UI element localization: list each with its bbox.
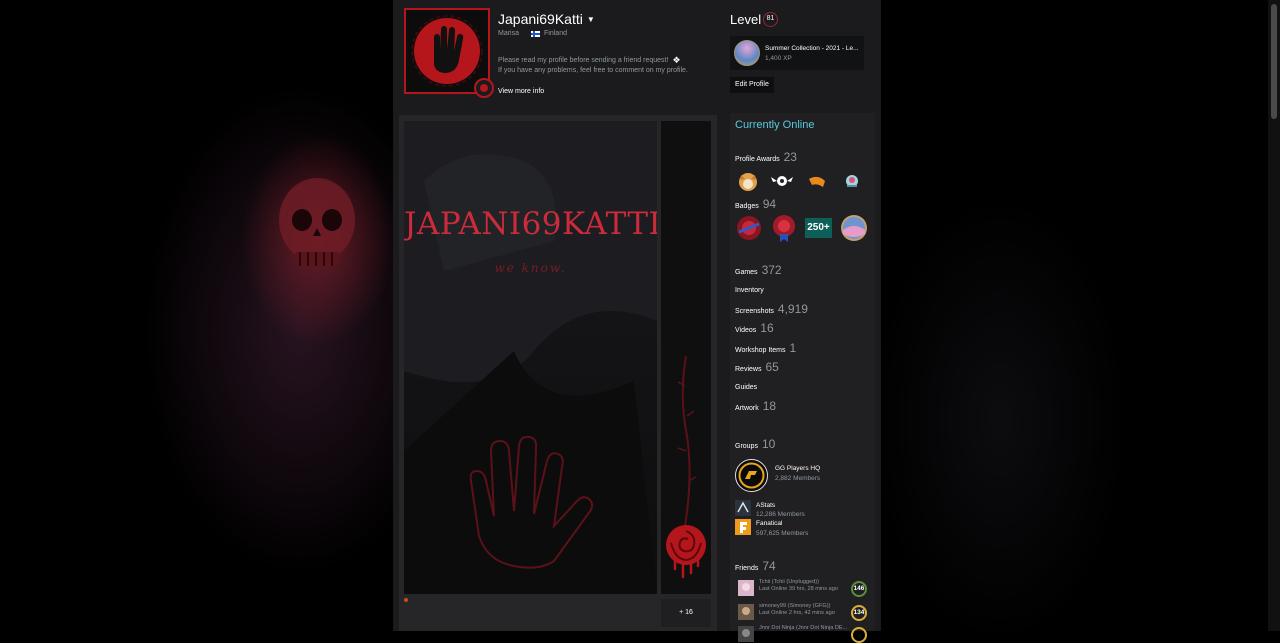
winged-ball-award-icon[interactable] (771, 170, 793, 192)
friend-status-simoney99: Last Online 2 hrs, 42 mins ago (759, 610, 835, 616)
screenshots-count: 4,919 (777, 302, 808, 316)
view-more-info-link[interactable]: View more info (498, 88, 544, 95)
persona-name[interactable]: Japani69Katti ▼ (498, 11, 595, 27)
favorite-badge[interactable]: Summer Collection - 2021 - Le... 1,400 X… (730, 36, 864, 70)
showcase-artwork-side[interactable] (661, 121, 711, 594)
group-name-fanatical[interactable]: Fanatical (756, 520, 782, 527)
group-members-astats: 12,286 Members (756, 511, 805, 518)
red-medal-badge-icon[interactable] (735, 214, 763, 242)
friend-name-simoney99[interactable]: simoney99 (Simoney (GFG)) (759, 603, 831, 609)
profile-awards-label: Profile Awards (735, 156, 780, 163)
red-ribbon-badge-icon[interactable] (770, 214, 798, 242)
badges-label: Badges (735, 203, 759, 210)
videos-link[interactable]: Videos 16 (735, 321, 774, 335)
skull-artwork-icon (279, 178, 355, 266)
groups-link[interactable]: Groups 10 (735, 437, 775, 451)
edit-profile-button[interactable]: Edit Profile (730, 77, 774, 93)
videos-count: 16 (760, 321, 774, 335)
online-status: Currently Online (735, 119, 815, 131)
workshop-items-link[interactable]: Workshop Items 1 (735, 341, 796, 355)
scrollbar-thumb[interactable] (1271, 4, 1277, 119)
groups-count: 10 (761, 437, 776, 451)
inventory-link[interactable]: Inventory (735, 287, 764, 294)
page-scrollbar[interactable] (1268, 0, 1280, 631)
friend-avatar-tchii[interactable] (738, 580, 754, 596)
friends-link[interactable]: Friends 74 (735, 559, 776, 573)
showcase-artwork-main[interactable]: JAPANI69KATTI we know. (404, 121, 657, 594)
corgi-award-icon[interactable] (737, 170, 759, 192)
real-name-location: Marisa Finland (498, 30, 567, 37)
friend-level-tchii: 146 (851, 581, 867, 597)
friends-label: Friends (735, 565, 759, 572)
group-name-gg-players-hq[interactable]: GG Players HQ (775, 465, 820, 472)
badges-count: 94 (762, 197, 777, 211)
hand-print-icon (469, 435, 594, 569)
inventory-label: Inventory (735, 287, 764, 294)
showcase-indicator-dot (404, 598, 408, 602)
guides-label: Guides (735, 384, 758, 391)
workshop-items-label: Workshop Items (735, 347, 786, 354)
summer-collection-badge-icon (734, 40, 760, 66)
reviews-label: Reviews (735, 366, 762, 373)
friend-name-jnnr-dot-ninja[interactable]: Jnnr Dot Ninja (Jnnr Dot Ninja DE... (759, 625, 847, 631)
summary-line-1: Please read my profile before sending a … (498, 57, 669, 64)
reviews-count: 65 (765, 360, 779, 374)
reviews-link[interactable]: Reviews 65 (735, 360, 779, 374)
friend-avatar-simoney99[interactable] (738, 604, 754, 620)
artwork-link[interactable]: Artwork 18 (735, 399, 776, 413)
games-count: 372 (761, 263, 782, 277)
red-hand-avatar-icon (411, 15, 483, 87)
avatar-frame-icon (474, 78, 494, 98)
red-rose-icon (666, 525, 706, 579)
workshop-items-count: 1 (789, 341, 797, 355)
chevron-down-icon[interactable]: ▼ (587, 15, 595, 24)
favorite-badge-name: Summer Collection - 2021 - Le... (765, 45, 859, 52)
astats-logo-icon[interactable] (735, 500, 751, 516)
group-name-astats[interactable]: AStats (756, 502, 775, 509)
guides-link[interactable]: Guides (735, 384, 757, 391)
profile-summary: Please read my profile before sending a … (498, 55, 688, 75)
orange-arm-award-icon[interactable] (806, 170, 828, 192)
games-label: Games (735, 269, 758, 276)
gg-players-hq-logo-icon[interactable] (735, 459, 768, 492)
group-members-gg-players-hq: 2,882 Members (775, 475, 821, 482)
profile-awards-link[interactable]: Profile Awards 23 (735, 150, 797, 164)
more-artwork-button[interactable]: + 16 (661, 599, 711, 627)
friend-level-simoney99: 134 (851, 605, 867, 621)
artwork-count: 18 (762, 399, 777, 413)
summary-line-2: If you have any problems, feel free to c… (498, 66, 688, 74)
250-plus-badge[interactable]: 250+ (805, 218, 832, 238)
country-name: Finland (544, 30, 567, 37)
games-link[interactable]: Games 372 (735, 263, 782, 277)
friend-status-tchii: Last Online 39 hrs, 28 mins ago (759, 586, 838, 592)
artwork-title-text: JAPANI69KATTI (404, 206, 657, 242)
paw-emoticon-icon: ❖ (672, 55, 681, 65)
friend-name-tchii[interactable]: Tchii (Tchii (Unplugged)) (759, 579, 819, 585)
profile-awards-count: 23 (783, 150, 797, 164)
screenshots-label: Screenshots (735, 308, 774, 315)
summer-collection-small-badge-icon[interactable] (840, 214, 868, 242)
videos-label: Videos (735, 327, 757, 334)
persona-name-text: Japani69Katti (498, 11, 583, 27)
fanatical-logo-icon[interactable] (735, 519, 751, 535)
artwork-label: Artwork (735, 405, 759, 412)
friend-avatar-jnnr-dot-ninja[interactable] (738, 626, 754, 642)
badges-link[interactable]: Badges 94 (735, 197, 776, 211)
friends-count: 74 (762, 559, 776, 573)
friend-level-jnnr-dot-ninja (851, 627, 867, 643)
screenshots-link[interactable]: Screenshots 4,919 (735, 302, 808, 316)
finland-flag-icon (531, 30, 541, 37)
thorn-vine-icon (677, 356, 697, 526)
group-members-fanatical: 597,625 Members (756, 530, 809, 537)
real-name: Marisa (498, 30, 520, 37)
favorite-badge-xp: 1,400 XP (765, 55, 792, 62)
level-label: Level (730, 12, 762, 27)
groups-label: Groups (735, 443, 758, 450)
level-badge[interactable]: 81 (763, 12, 778, 27)
bird-award-icon[interactable] (841, 170, 863, 192)
artwork-tagline-text: we know. (494, 261, 567, 275)
